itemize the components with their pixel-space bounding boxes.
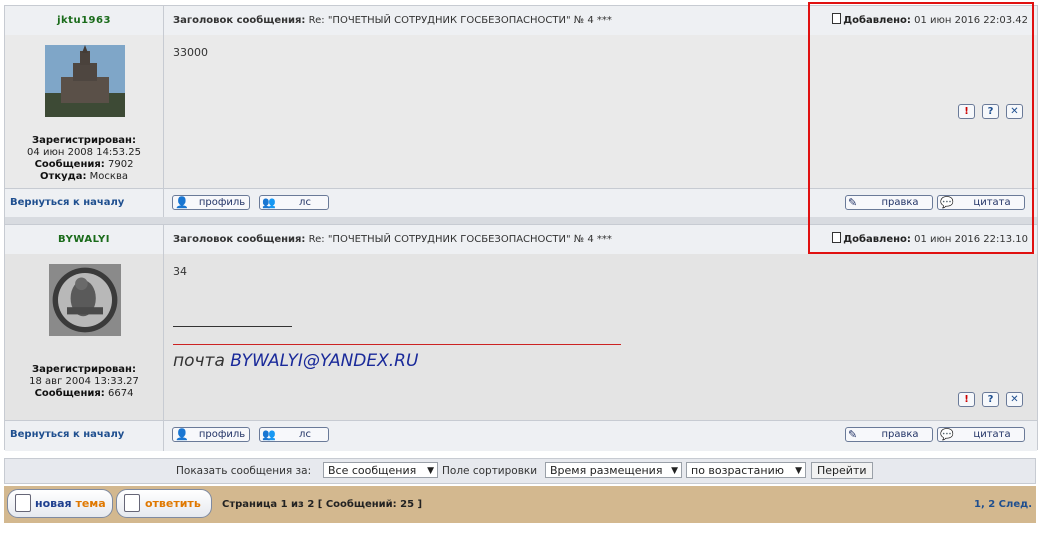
chevron-down-icon: ▼ — [427, 466, 434, 476]
order-select[interactable]: по возрастанию ▼ — [686, 462, 806, 478]
user-icon: 👤 — [175, 196, 189, 209]
avatar — [45, 45, 125, 117]
sort-label: Поле сортировки — [442, 465, 538, 477]
chevron-down-icon: ▼ — [671, 466, 678, 476]
bottom-bar: новая тема ответить Страница 1 из 2 [ Со… — [4, 486, 1036, 523]
new-topic-icon — [15, 494, 31, 512]
users-icon: 👥 — [262, 196, 276, 209]
show-select[interactable]: Все сообщения ▼ — [323, 462, 438, 478]
page-info: Страница 1 из 2 [ Сообщений: 25 ] — [222, 499, 423, 510]
user-info: Зарегистрирован: 04 июн 2008 14:53.25 Со… — [27, 135, 141, 182]
page-links[interactable]: 1, 2 — [974, 499, 995, 510]
quote-icon: 💬 — [940, 428, 954, 441]
next-page-link[interactable]: След. — [999, 499, 1032, 510]
post-subject: Заголовок сообщения: Re: "ПОЧЕТНЫЙ СОТРУ… — [173, 15, 612, 26]
signature-divider — [173, 326, 292, 327]
user-info: Зарегистрирован: 18 авг 2004 13:33.27 Со… — [29, 364, 139, 399]
avatar — [49, 264, 121, 336]
pm-button[interactable]: 👥 лс — [259, 195, 329, 210]
delete-button[interactable]: ✕ — [1006, 392, 1023, 407]
post-subject: Заголовок сообщения: Re: "ПОЧЕТНЫЙ СОТРУ… — [173, 234, 612, 245]
go-button[interactable]: Перейти — [811, 462, 873, 479]
signature-red-line — [173, 344, 621, 345]
pagination: 1, 2 След. — [974, 499, 1032, 510]
user-icon: 👤 — [175, 428, 189, 441]
post-body: Зарегистрирован: 18 авг 2004 13:33.27 Со… — [5, 254, 1037, 420]
show-label: Показать сообщения за: — [176, 465, 312, 477]
author-name[interactable]: BYWALYI — [5, 225, 164, 254]
reply-button[interactable]: ответить — [116, 489, 212, 518]
report-button[interactable]: ! — [958, 392, 975, 407]
sort-select[interactable]: Время размещения ▼ — [545, 462, 682, 478]
back-to-top-link[interactable]: Вернуться к началу — [10, 189, 124, 217]
info-button[interactable]: ? — [982, 392, 999, 407]
back-to-top-link[interactable]: Вернуться к началу — [10, 421, 124, 449]
post-2: BYWALYI Заголовок сообщения: Re: "ПОЧЕТН… — [4, 224, 1038, 451]
signature-email[interactable]: BYWALYI@YANDEX.RU — [230, 351, 418, 371]
profile-button[interactable]: 👤 профиль — [172, 427, 250, 442]
post-message: 33000 — [173, 46, 208, 59]
chevron-down-icon: ▼ — [795, 466, 802, 476]
author-name[interactable]: jktu1963 — [5, 6, 164, 35]
reply-icon — [124, 494, 140, 512]
post-footer: Вернуться к началу 👤 профиль 👥 лс ✎ правка … — [5, 420, 1037, 451]
pm-button[interactable]: 👥 лс — [259, 427, 329, 442]
sort-bar: Показать сообщения за: Все сообщения ▼ По… — [4, 458, 1036, 484]
post-message: 34 — [173, 265, 187, 278]
signature: почта BYWALYI@YANDEX.RU — [173, 351, 419, 371]
users-icon: 👥 — [262, 428, 276, 441]
highlight-box — [808, 2, 1034, 254]
new-topic-button[interactable]: новая тема — [7, 489, 113, 518]
quote-button[interactable]: 💬 цитата — [937, 427, 1025, 442]
profile-button[interactable]: 👤 профиль — [172, 195, 250, 210]
edit-button[interactable]: ✎ правка — [845, 427, 933, 442]
edit-icon: ✎ — [848, 428, 858, 441]
